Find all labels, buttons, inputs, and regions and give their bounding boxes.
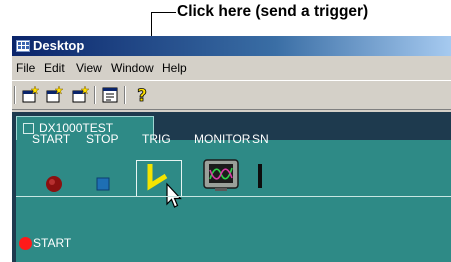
new-window-icon[interactable]: [20, 85, 40, 105]
stop-label: STOP: [86, 132, 119, 146]
menu-edit[interactable]: Edit: [44, 61, 65, 75]
open-window-icon[interactable]: [70, 85, 90, 105]
monitor-icon[interactable]: [203, 159, 241, 193]
properties-icon[interactable]: [100, 85, 120, 105]
monitor-label: MONITOR: [194, 132, 251, 146]
stop-icon[interactable]: [96, 177, 110, 191]
toolbar-grip[interactable]: [14, 86, 16, 104]
start-label: START: [32, 132, 71, 146]
menu-bar: File Edit View Window Help: [12, 56, 451, 80]
menu-view[interactable]: View: [76, 61, 102, 75]
app-icon: [16, 40, 30, 52]
toolbar: ?: [12, 80, 451, 110]
status-divider: [16, 196, 451, 197]
toolbar-separator-2: [124, 86, 126, 104]
status-indicator-icon: [19, 237, 32, 250]
window-title: Desktop: [33, 38, 85, 53]
toolbar-separator: [94, 86, 96, 104]
start-icon[interactable]: [44, 174, 64, 194]
app-window: Desktop File Edit View Window Help ? DX1…: [12, 36, 451, 262]
help-icon[interactable]: ?: [132, 85, 152, 105]
snapshot-icon[interactable]: [258, 164, 262, 188]
menu-help[interactable]: Help: [162, 61, 187, 75]
menu-file[interactable]: File: [16, 61, 35, 75]
new-window-alt-icon[interactable]: [44, 85, 64, 105]
svg-text:?: ?: [137, 86, 147, 105]
trig-label: TRIG: [142, 132, 171, 146]
menu-window[interactable]: Window: [111, 61, 154, 75]
callout-leader-horizontal: [151, 12, 176, 13]
status-text: START: [33, 236, 72, 250]
trigger-button[interactable]: [136, 160, 182, 212]
title-bar[interactable]: Desktop: [12, 36, 451, 56]
snapshot-label: SN: [252, 132, 269, 146]
trigger-callout: Click here (send a trigger): [177, 3, 369, 20]
